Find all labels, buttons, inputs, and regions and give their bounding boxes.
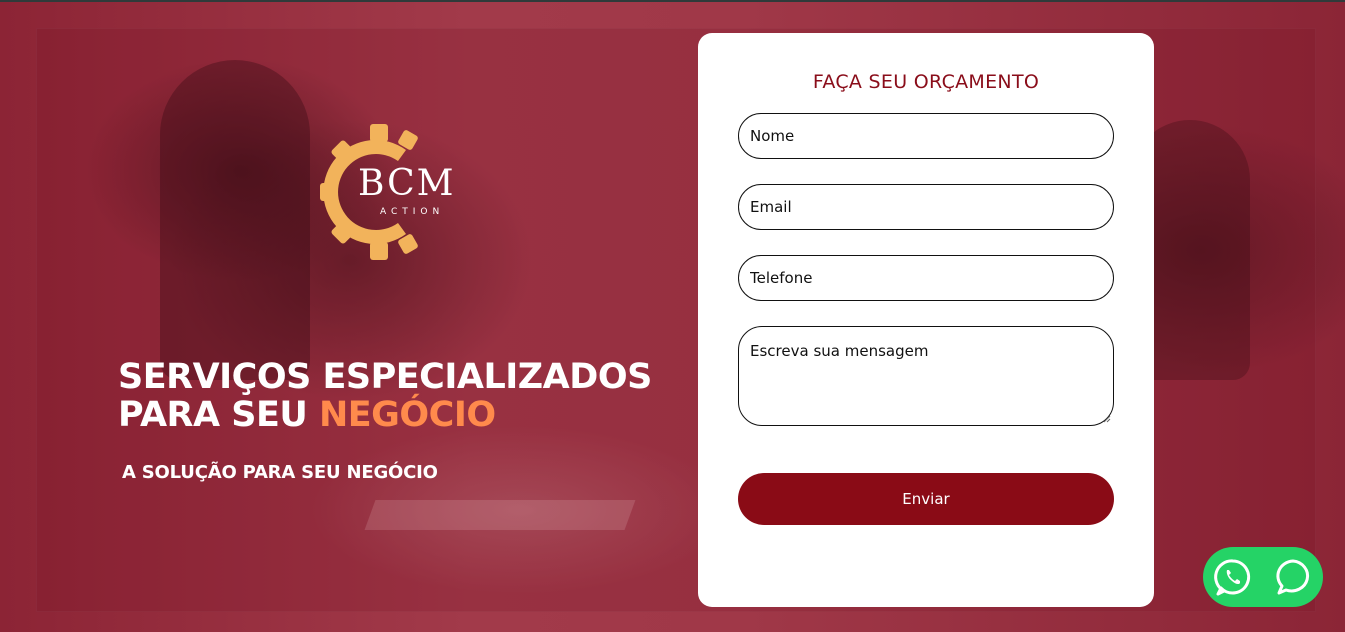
headline-line-2: PARA SEU NEGÓCIO	[118, 396, 698, 434]
phone-input[interactable]	[738, 255, 1114, 301]
form-title: FAÇA SEU ORÇAMENTO	[812, 71, 1040, 93]
background-person-silhouette	[160, 60, 310, 380]
headline-accent: NEGÓCIO	[318, 395, 496, 435]
send-button[interactable]: Enviar	[738, 473, 1114, 525]
email-input[interactable]	[738, 184, 1114, 230]
quote-form-card: FAÇA SEU ORÇAMENTO Enviar	[698, 33, 1154, 607]
hero-headline: SERVIÇOS ESPECIALIZADOS PARA SEU NEGÓCIO	[118, 358, 698, 434]
logo-subtext: ACTION	[380, 207, 445, 217]
brand-logo[interactable]: BCM ACTION	[318, 122, 478, 262]
headline-line-2-prefix: PARA SEU	[118, 395, 319, 435]
whatsapp-icon	[1214, 559, 1251, 596]
hero-subheadline: A SOLUÇÃO PARA SEU NEGÓCIO	[122, 462, 438, 483]
background-laptop	[364, 500, 636, 530]
whatsapp-button[interactable]	[1213, 557, 1253, 597]
chat-bubble-icon	[1276, 559, 1310, 595]
chat-widget	[1203, 547, 1323, 607]
logo-text: BCM	[358, 163, 456, 204]
chat-button[interactable]	[1273, 557, 1313, 597]
message-textarea[interactable]	[738, 326, 1114, 426]
headline-line-1: SERVIÇOS ESPECIALIZADOS	[118, 357, 652, 397]
top-strip	[0, 0, 1345, 2]
resize-grip-icon[interactable]	[1102, 414, 1111, 423]
name-input[interactable]	[738, 113, 1114, 159]
